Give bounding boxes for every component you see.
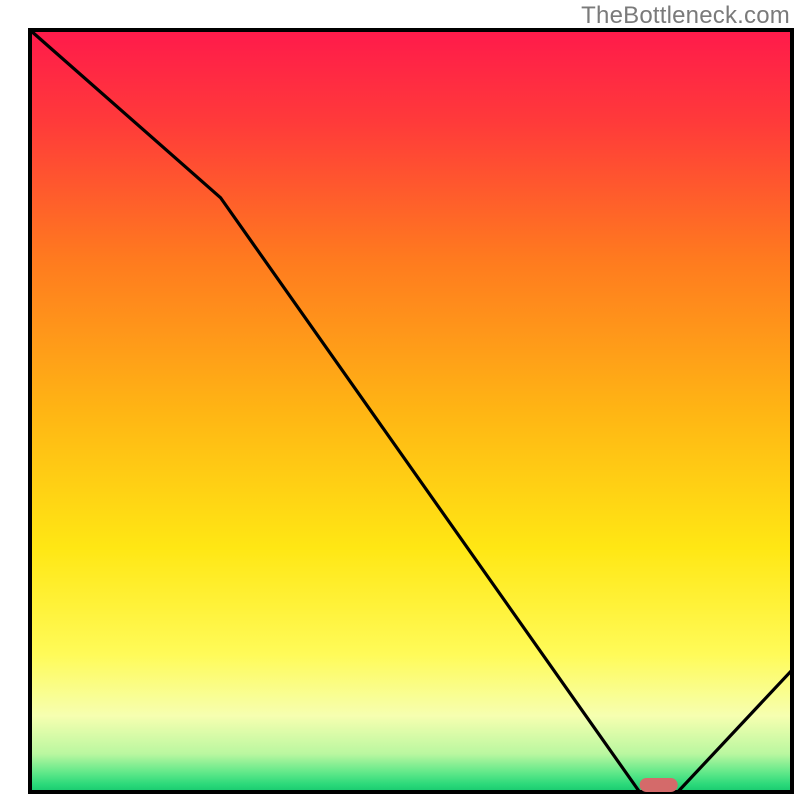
trough-marker <box>640 778 678 792</box>
watermark-text: TheBottleneck.com <box>581 2 790 30</box>
plot-background <box>30 30 792 792</box>
chart-container: TheBottleneck.com <box>0 0 800 800</box>
chart-svg <box>0 0 800 800</box>
